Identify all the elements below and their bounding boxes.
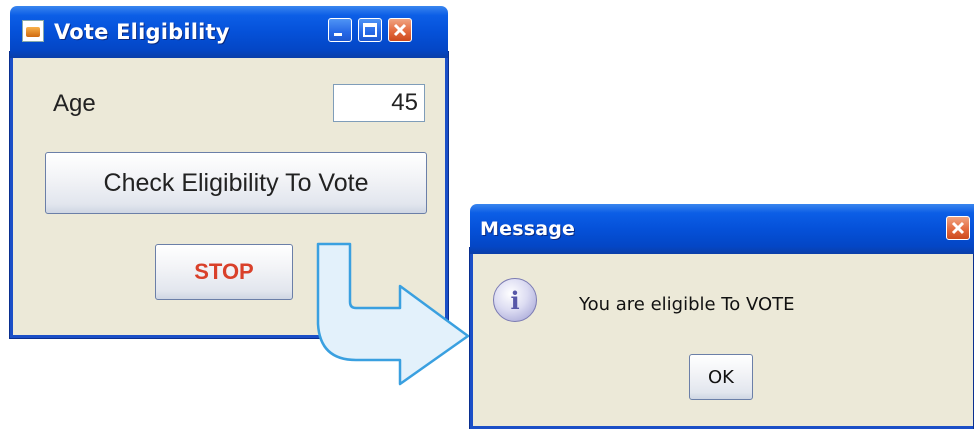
message-dialog-titlebar[interactable]: Message: [470, 204, 974, 254]
java-app-icon: [22, 20, 44, 42]
message-dialog: Message i You are eligible To VOTE OK: [470, 204, 974, 429]
maximize-icon: [363, 23, 377, 37]
close-button[interactable]: [388, 18, 412, 42]
maximize-button[interactable]: [358, 18, 382, 42]
dialog-close-button[interactable]: [946, 216, 970, 240]
age-input[interactable]: 45: [333, 84, 425, 122]
vote-window-titlebar[interactable]: Vote Eligibility: [10, 6, 448, 58]
close-icon: [951, 221, 965, 235]
message-dialog-title: Message: [480, 218, 576, 240]
info-icon: i: [493, 278, 537, 322]
ok-button[interactable]: OK: [689, 354, 753, 400]
minimize-button[interactable]: [328, 18, 352, 42]
check-eligibility-button[interactable]: Check Eligibility To Vote: [45, 152, 427, 214]
message-text: You are eligible To VOTE: [579, 294, 795, 315]
stop-button[interactable]: STOP: [155, 244, 293, 300]
vote-window-title: Vote Eligibility: [54, 20, 230, 44]
flow-arrow-icon: [316, 242, 470, 386]
close-icon: [393, 23, 407, 37]
age-label: Age: [53, 90, 96, 117]
minimize-icon: [334, 33, 342, 36]
